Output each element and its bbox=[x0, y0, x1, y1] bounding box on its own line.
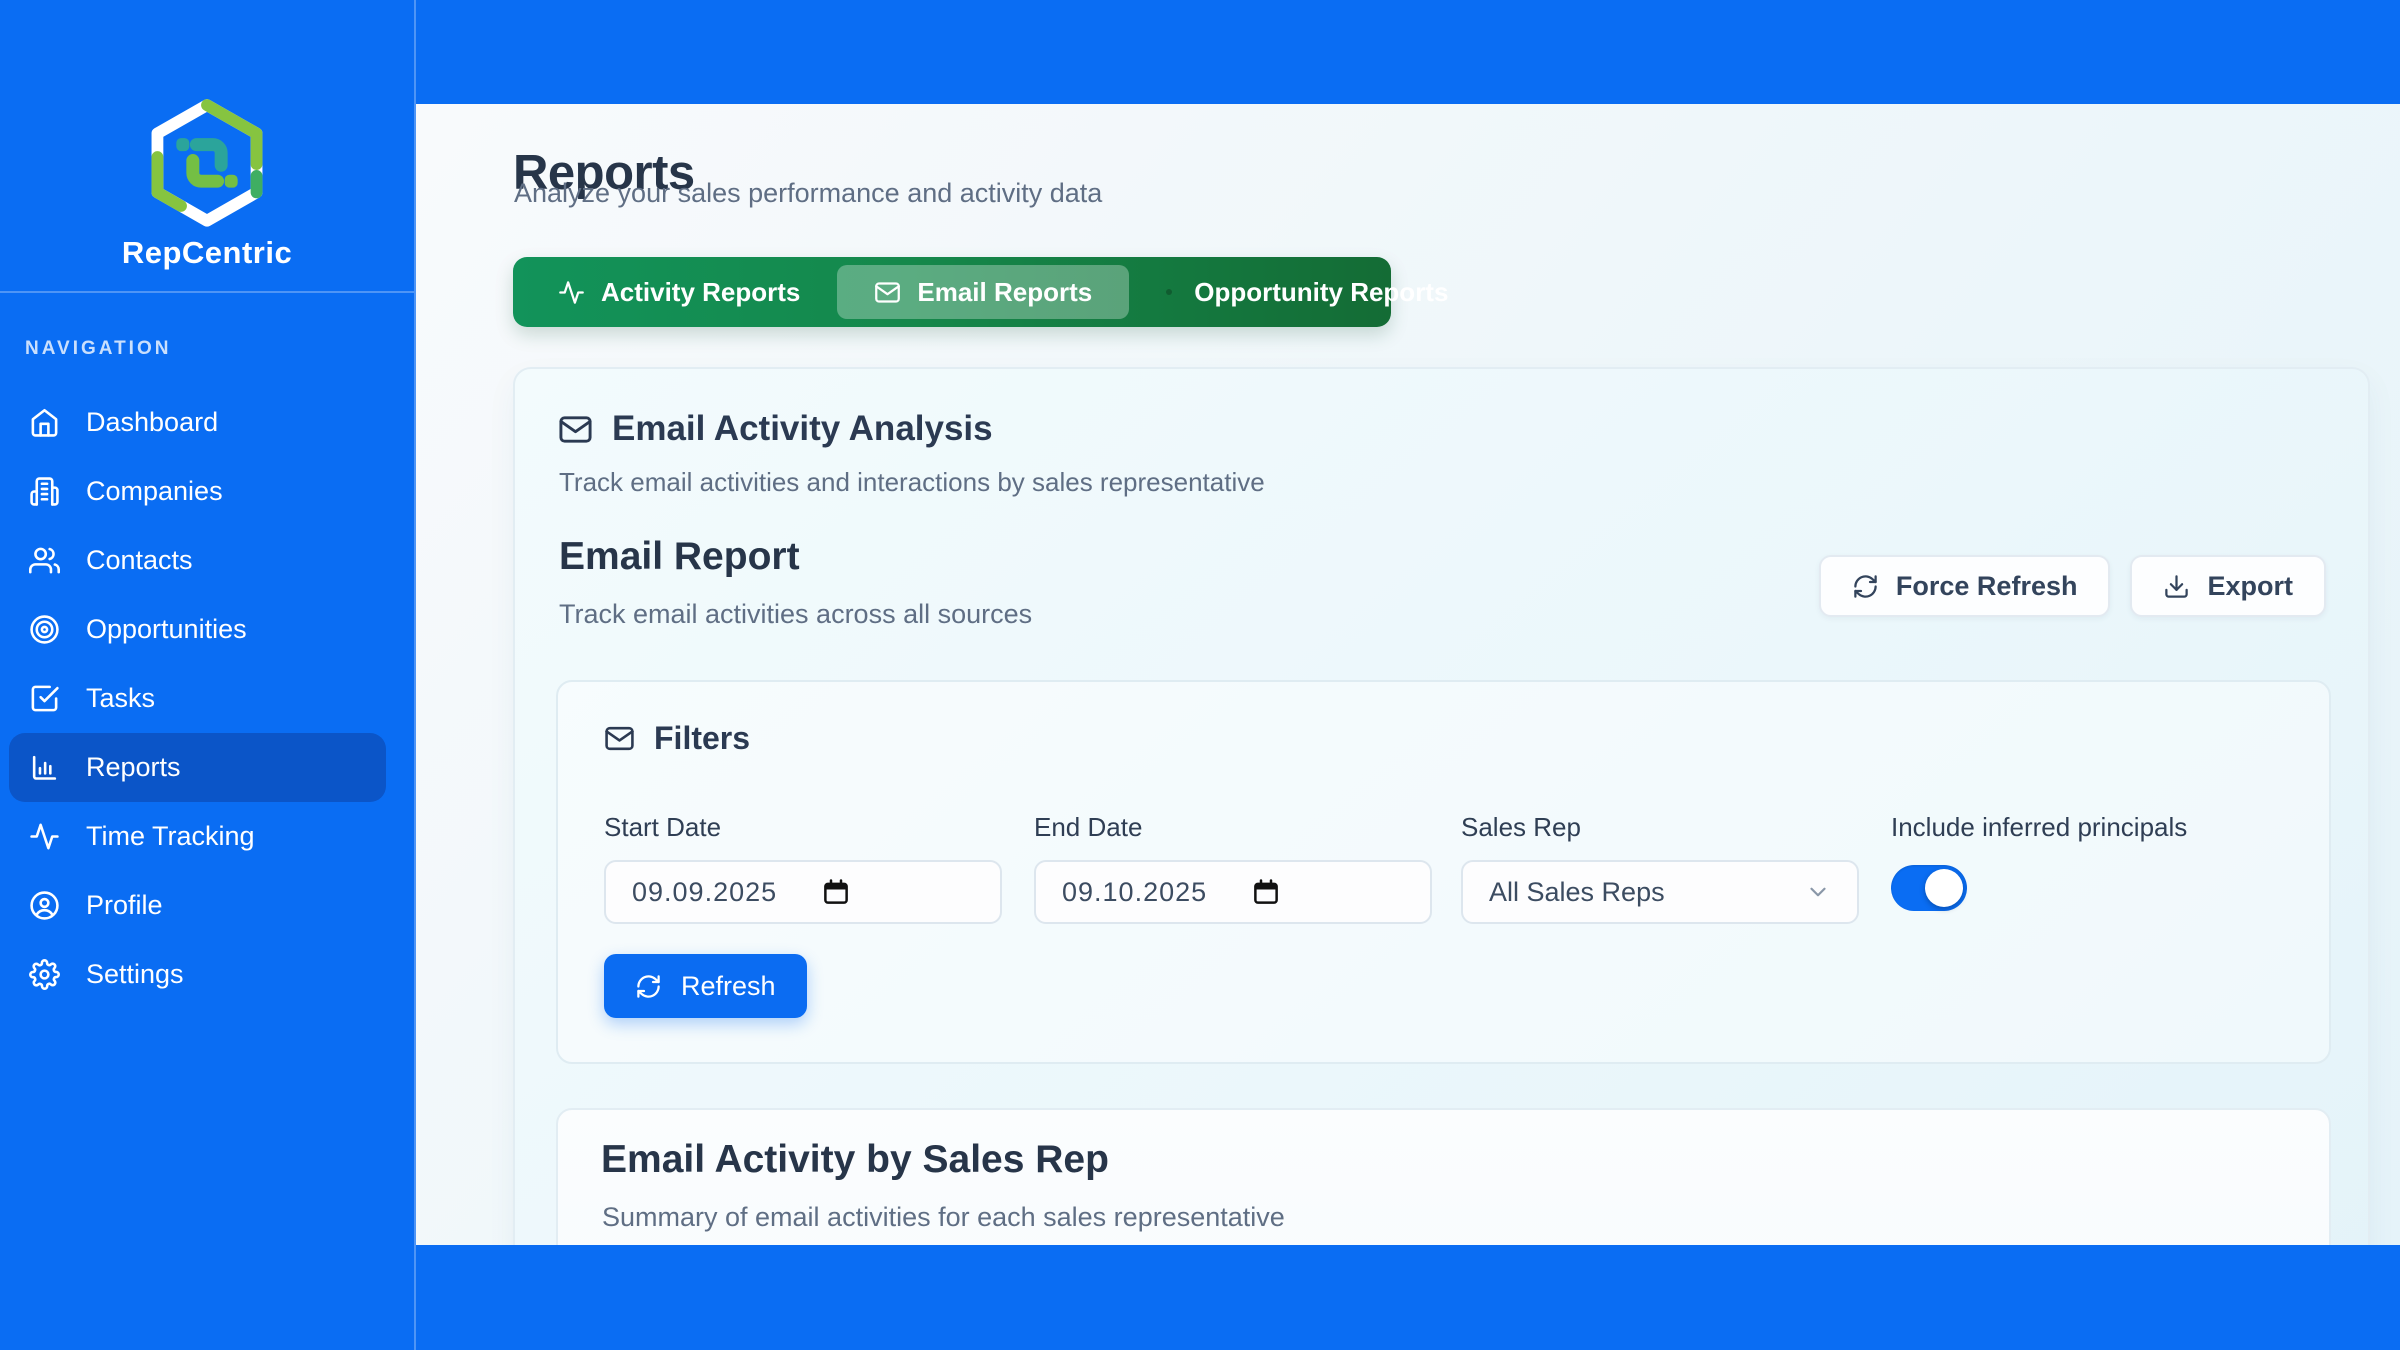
download-icon bbox=[2163, 573, 2190, 600]
summary-title: Email Activity by Sales Rep bbox=[601, 1138, 1109, 1182]
activity-icon bbox=[558, 279, 585, 306]
tab-email-reports[interactable]: Email Reports bbox=[837, 265, 1129, 319]
users-icon bbox=[29, 545, 60, 576]
section-title: Email Activity Analysis bbox=[612, 409, 993, 449]
filters-title: Filters bbox=[654, 720, 750, 757]
gear-icon bbox=[29, 959, 60, 990]
email-activity-analysis-card: Email Activity Analysis Track email acti… bbox=[513, 367, 2370, 1245]
start-date-value: 09.09.2025 bbox=[632, 877, 777, 908]
sidebar-item-label: Tasks bbox=[86, 683, 155, 714]
chevron-down-icon bbox=[1805, 879, 1831, 905]
sidebar-item-label: Profile bbox=[86, 890, 163, 921]
sales-rep-select[interactable]: All Sales Reps bbox=[1461, 860, 1859, 924]
tab-label: Activity Reports bbox=[601, 277, 800, 308]
sidebar-item-opportunities[interactable]: Opportunities bbox=[9, 595, 386, 664]
sidebar-item-label: Companies bbox=[86, 476, 223, 507]
include-inferred-label: Include inferred principals bbox=[1891, 812, 2187, 843]
mail-icon bbox=[558, 412, 593, 447]
end-date-input[interactable]: 09.10.2025 bbox=[1034, 860, 1432, 924]
mail-icon bbox=[604, 723, 635, 754]
sidebar-item-contacts[interactable]: Contacts bbox=[9, 526, 386, 595]
repcentric-logo-icon bbox=[148, 98, 266, 226]
start-date-label: Start Date bbox=[604, 812, 1002, 843]
toggle-knob bbox=[1925, 869, 1963, 907]
sales-rep-value: All Sales Reps bbox=[1489, 877, 1665, 908]
sidebar-item-label: Reports bbox=[86, 752, 181, 783]
refresh-button[interactable]: Refresh bbox=[604, 954, 807, 1018]
force-refresh-button[interactable]: Force Refresh bbox=[1819, 555, 2111, 617]
start-date-field: Start Date 09.09.2025 bbox=[604, 812, 1002, 924]
main-content: Reports Analyze your sales performance a… bbox=[416, 104, 2400, 1245]
sales-rep-label: Sales Rep bbox=[1461, 812, 1859, 843]
refresh-icon bbox=[1852, 573, 1879, 600]
sidebar-item-dashboard[interactable]: Dashboard bbox=[9, 388, 386, 457]
sidebar-item-time-tracking[interactable]: Time Tracking bbox=[9, 802, 386, 871]
sidebar-item-companies[interactable]: Companies bbox=[9, 457, 386, 526]
filters-header: Filters bbox=[604, 720, 750, 757]
sidebar: RepCentric NAVIGATION Dashboard Companie… bbox=[0, 0, 416, 1350]
end-date-value: 09.10.2025 bbox=[1062, 877, 1207, 908]
report-tabs: Activity Reports Email Reports Opportuni… bbox=[513, 257, 1391, 327]
target-icon bbox=[29, 614, 60, 645]
check-square-icon bbox=[29, 683, 60, 714]
nav-section-label: NAVIGATION bbox=[25, 338, 171, 360]
home-icon bbox=[29, 407, 60, 438]
nav-list: Dashboard Companies Contacts Opportuniti… bbox=[9, 388, 386, 1009]
export-button[interactable]: Export bbox=[2130, 555, 2326, 617]
sidebar-item-label: Time Tracking bbox=[86, 821, 255, 852]
brand: RepCentric bbox=[0, 98, 414, 271]
refresh-label: Refresh bbox=[681, 971, 776, 1002]
mail-icon bbox=[874, 279, 901, 306]
report-title: Email Report bbox=[559, 535, 800, 579]
include-inferred-field: Include inferred principals bbox=[1891, 812, 2187, 911]
sales-rep-field: Sales Rep All Sales Reps bbox=[1461, 812, 1859, 924]
tab-label: Email Reports bbox=[917, 277, 1092, 308]
sidebar-item-label: Contacts bbox=[86, 545, 193, 576]
include-inferred-toggle[interactable] bbox=[1891, 865, 1967, 911]
email-activity-summary-card: Email Activity by Sales Rep Summary of e… bbox=[556, 1108, 2331, 1245]
end-date-label: End Date bbox=[1034, 812, 1432, 843]
tab-label: Opportunity Reports bbox=[1194, 277, 1448, 308]
sidebar-item-label: Opportunities bbox=[86, 614, 247, 645]
bar-chart-icon bbox=[29, 752, 60, 783]
section-header: Email Activity Analysis bbox=[558, 409, 993, 449]
tab-opportunity-reports[interactable]: Opportunity Reports bbox=[1129, 265, 1485, 319]
tab-activity-reports[interactable]: Activity Reports bbox=[521, 265, 837, 319]
app-name: RepCentric bbox=[0, 235, 414, 271]
calendar-icon[interactable] bbox=[821, 877, 851, 907]
calendar-icon[interactable] bbox=[1251, 877, 1281, 907]
force-refresh-label: Force Refresh bbox=[1896, 571, 2078, 602]
end-date-field: End Date 09.10.2025 bbox=[1034, 812, 1432, 924]
export-label: Export bbox=[2207, 571, 2293, 602]
sidebar-item-profile[interactable]: Profile bbox=[9, 871, 386, 940]
sidebar-item-tasks[interactable]: Tasks bbox=[9, 664, 386, 733]
user-circle-icon bbox=[29, 890, 60, 921]
report-subtitle: Track email activities across all source… bbox=[559, 599, 1032, 630]
sidebar-divider bbox=[0, 291, 414, 293]
start-date-input[interactable]: 09.09.2025 bbox=[604, 860, 1002, 924]
sidebar-item-label: Dashboard bbox=[86, 407, 218, 438]
filters-card: Filters Start Date 09.09.2025 End Date 0… bbox=[556, 680, 2331, 1064]
refresh-icon bbox=[635, 973, 662, 1000]
sidebar-item-label: Settings bbox=[86, 959, 184, 990]
activity-icon bbox=[29, 821, 60, 852]
sidebar-item-settings[interactable]: Settings bbox=[9, 940, 386, 1009]
building-icon bbox=[29, 476, 60, 507]
page-subtitle: Analyze your sales performance and activ… bbox=[514, 178, 1102, 209]
dot-icon bbox=[1166, 289, 1172, 295]
summary-subtitle: Summary of email activities for each sal… bbox=[602, 1202, 1285, 1233]
report-actions: Force Refresh Export bbox=[1819, 555, 2326, 617]
sidebar-item-reports[interactable]: Reports bbox=[9, 733, 386, 802]
section-subtitle: Track email activities and interactions … bbox=[559, 467, 1265, 498]
